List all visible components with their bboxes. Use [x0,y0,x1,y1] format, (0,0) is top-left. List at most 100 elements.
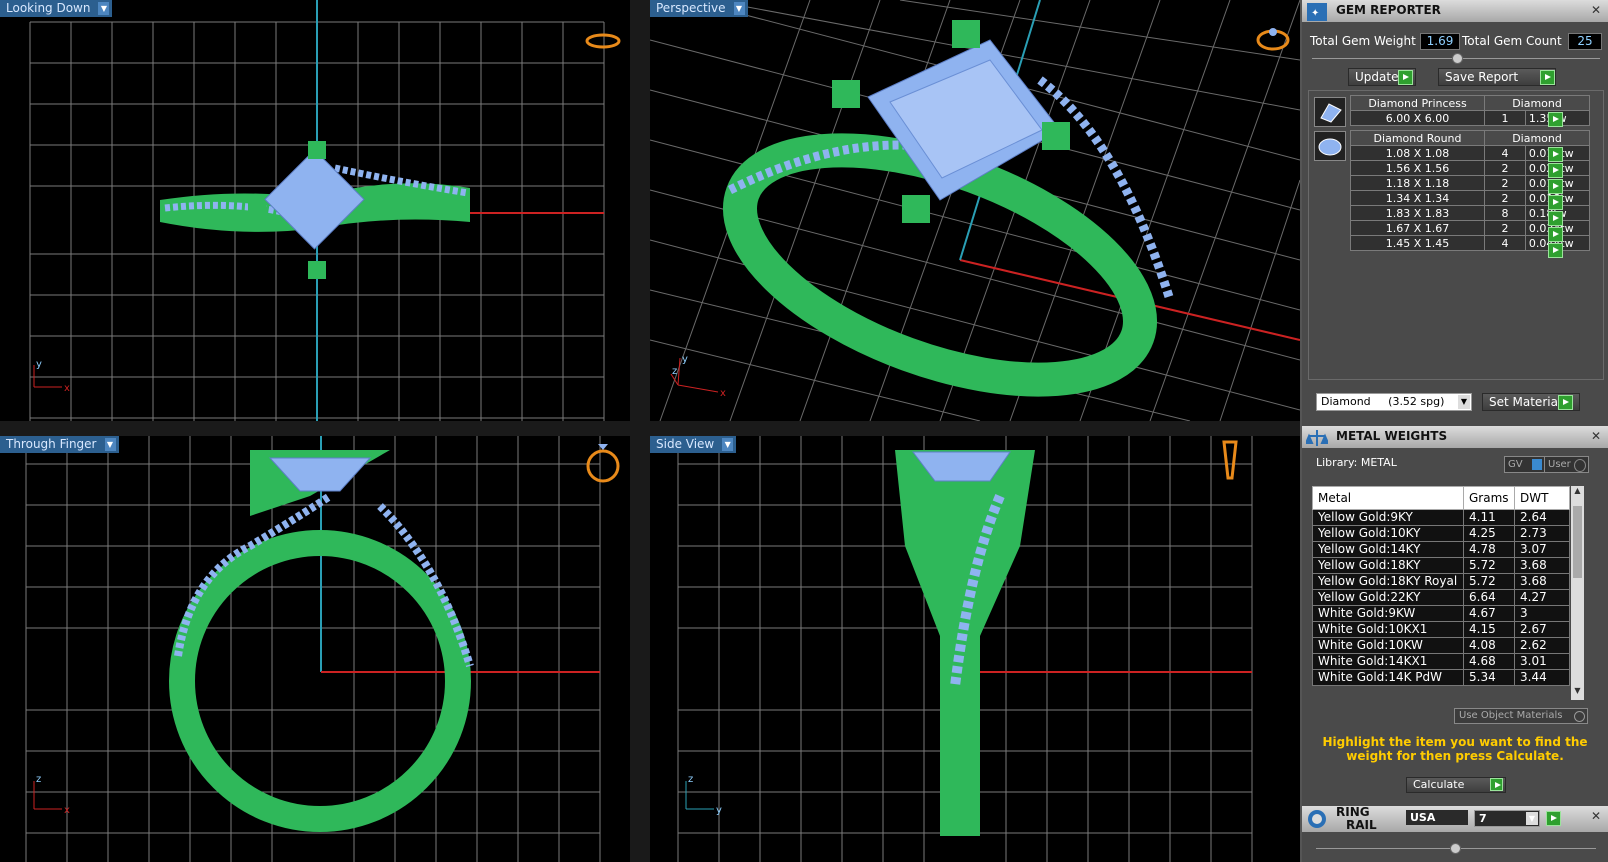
scroll-thumb[interactable] [1573,506,1582,578]
axis-label: y [36,359,42,370]
library-label: Library: METAL [1316,456,1397,469]
play-icon[interactable] [1548,147,1563,162]
table-row[interactable]: White Gold:10KX1 4.15 2.67 [1312,621,1570,638]
metal-dwt: 2.73 [1514,525,1570,542]
axis-label: z [672,366,677,377]
column-header[interactable]: Metal [1312,486,1464,510]
axis-label: y [682,354,688,365]
gem-count: 1 [1484,110,1526,126]
resize-handle[interactable] [1452,53,1463,64]
ring-system-field[interactable]: USA [1406,810,1468,825]
play-icon[interactable] [1548,112,1563,127]
metal-weights-titlebar: METAL WEIGHTS ✕ [1302,426,1608,448]
play-icon[interactable] [1548,227,1563,242]
play-icon[interactable] [1546,811,1561,826]
play-icon[interactable] [1490,778,1503,791]
metal-name: White Gold:10KX1 [1312,621,1464,638]
play-icon[interactable] [1558,395,1573,410]
ring-rail-title-line1: RING [1336,805,1370,819]
ring-perspective-view [723,20,1175,397]
metal-dwt: 2.62 [1514,637,1570,654]
table-row[interactable]: White Gold:10KW 4.08 2.62 [1312,637,1570,654]
viewport-looking-down[interactable]: Looking Down ▼ y x [0,0,630,421]
table-row[interactable]: White Gold:9KW 4.67 3 [1312,605,1570,622]
ring-orientation-icon[interactable] [585,438,621,484]
viewport-label[interactable]: Perspective ▼ [650,0,748,17]
metal-dwt: 2.67 [1514,621,1570,638]
play-icon[interactable] [1540,70,1555,85]
close-icon[interactable]: ✕ [1590,810,1602,822]
ring-orientation-icon[interactable] [1218,438,1242,486]
metal-grams: 4.78 [1463,541,1515,558]
gem-count: 2 [1484,160,1526,176]
metal-dwt: 3.68 [1514,573,1570,590]
play-icon[interactable] [1398,70,1413,85]
chevron-down-icon[interactable]: ▼ [98,2,110,15]
metal-dwt: 4.27 [1514,589,1570,606]
metal-grams: 5.34 [1463,669,1515,686]
table-row[interactable]: Yellow Gold:9KY 4.11 2.64 [1312,509,1570,526]
ring-rail-icon [1308,810,1326,828]
ring-top-view [160,141,470,279]
column-header[interactable]: Grams [1463,486,1515,510]
table-row[interactable]: Yellow Gold:18KY 5.72 3.68 [1312,557,1570,574]
metal-grams: 4.67 [1463,605,1515,622]
ring-orientation-icon[interactable] [585,31,621,51]
close-icon[interactable]: ✕ [1590,4,1602,16]
resize-handle[interactable] [1450,843,1461,854]
ring-side-view [895,450,1035,836]
gem-type-header: Diamond [1484,130,1590,146]
viewport-title: Perspective [656,1,726,15]
save-report-button[interactable]: Save Report [1438,68,1556,86]
metal-name: Yellow Gold:10KY [1312,525,1464,542]
scroll-up-icon[interactable]: ▲ [1571,486,1584,500]
table-row[interactable]: Yellow Gold:14KY 4.78 3.07 [1312,541,1570,558]
chevron-down-icon[interactable]: ▼ [104,438,116,451]
axis-label: x [720,388,726,399]
play-icon[interactable] [1548,211,1563,226]
play-icon[interactable] [1548,195,1563,210]
play-icon[interactable] [1548,243,1563,258]
chevron-down-icon[interactable]: ▼ [1458,395,1470,409]
material-select[interactable]: Diamond (3.52 spg) ▼ [1316,393,1472,411]
metal-dwt: 3 [1514,605,1570,622]
ring-size-select[interactable]: 7 ▼ [1474,810,1540,827]
ring-orientation-icon[interactable] [1255,24,1291,54]
viewport-perspective[interactable]: Perspective ▼ y z x [650,0,1300,421]
scroll-down-icon[interactable]: ▼ [1571,686,1584,700]
viewport-through-finger[interactable]: Through Finger ▼ z x [0,436,630,862]
chevron-down-icon[interactable]: ▼ [1526,812,1538,825]
column-header[interactable]: DWT [1514,486,1570,510]
table-row[interactable]: Yellow Gold:18KY Royal 5.72 3.68 [1312,573,1570,590]
panel-divider [1300,0,1302,862]
axis-indicator-front: z x [33,774,70,816]
axis-label: x [64,805,70,816]
table-row[interactable]: White Gold:14KX1 4.68 3.01 [1312,653,1570,670]
viewport-label[interactable]: Through Finger ▼ [0,436,119,453]
chevron-down-icon[interactable]: ▼ [733,2,745,15]
user-toggle[interactable]: User [1544,456,1589,473]
viewport-label[interactable]: Looking Down ▼ [0,0,113,17]
chevron-down-icon[interactable]: ▼ [722,438,734,451]
gv-label: GV [1508,459,1523,470]
viewport-side-view[interactable]: Side View ▼ z y [650,436,1300,862]
metal-name: White Gold:10KW [1312,637,1464,654]
table-row[interactable]: White Gold:14K PdW 5.34 3.44 [1312,669,1570,686]
metal-name: White Gold:9KW [1312,605,1464,622]
viewport-label[interactable]: Side View ▼ [650,436,737,453]
gem-reporter-titlebar: ✦ GEM REPORTER ✕ [1302,0,1608,22]
play-icon[interactable] [1548,179,1563,194]
metal-dwt: 2.64 [1514,509,1570,526]
metal-grams: 4.25 [1463,525,1515,542]
table-row[interactable]: Yellow Gold:10KY 4.25 2.73 [1312,525,1570,542]
play-icon[interactable] [1548,163,1563,178]
close-icon[interactable]: ✕ [1590,430,1602,442]
viewport-separator-horizontal[interactable] [0,421,1302,436]
metal-table-scrollbar[interactable]: ▲ ▼ [1571,486,1584,700]
table-row[interactable]: Yellow Gold:22KY 6.64 4.27 [1312,589,1570,606]
use-object-materials-toggle[interactable]: Use Object Materials [1454,708,1588,724]
gem-size: 1.08 X 1.08 [1349,145,1486,161]
round-gem-icon [1314,131,1346,161]
gv-toggle[interactable]: GV [1504,456,1545,473]
metal-name: White Gold:14KX1 [1312,653,1464,670]
